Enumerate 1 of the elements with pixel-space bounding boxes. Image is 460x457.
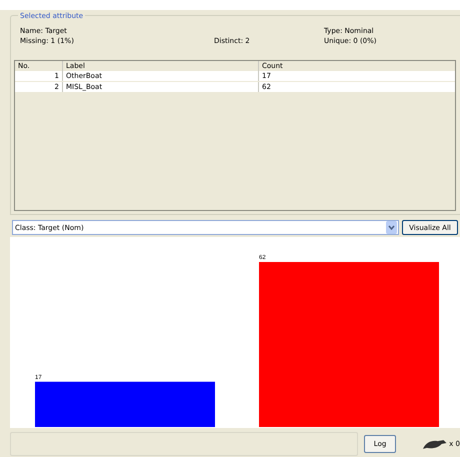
bird-icon <box>422 438 448 450</box>
